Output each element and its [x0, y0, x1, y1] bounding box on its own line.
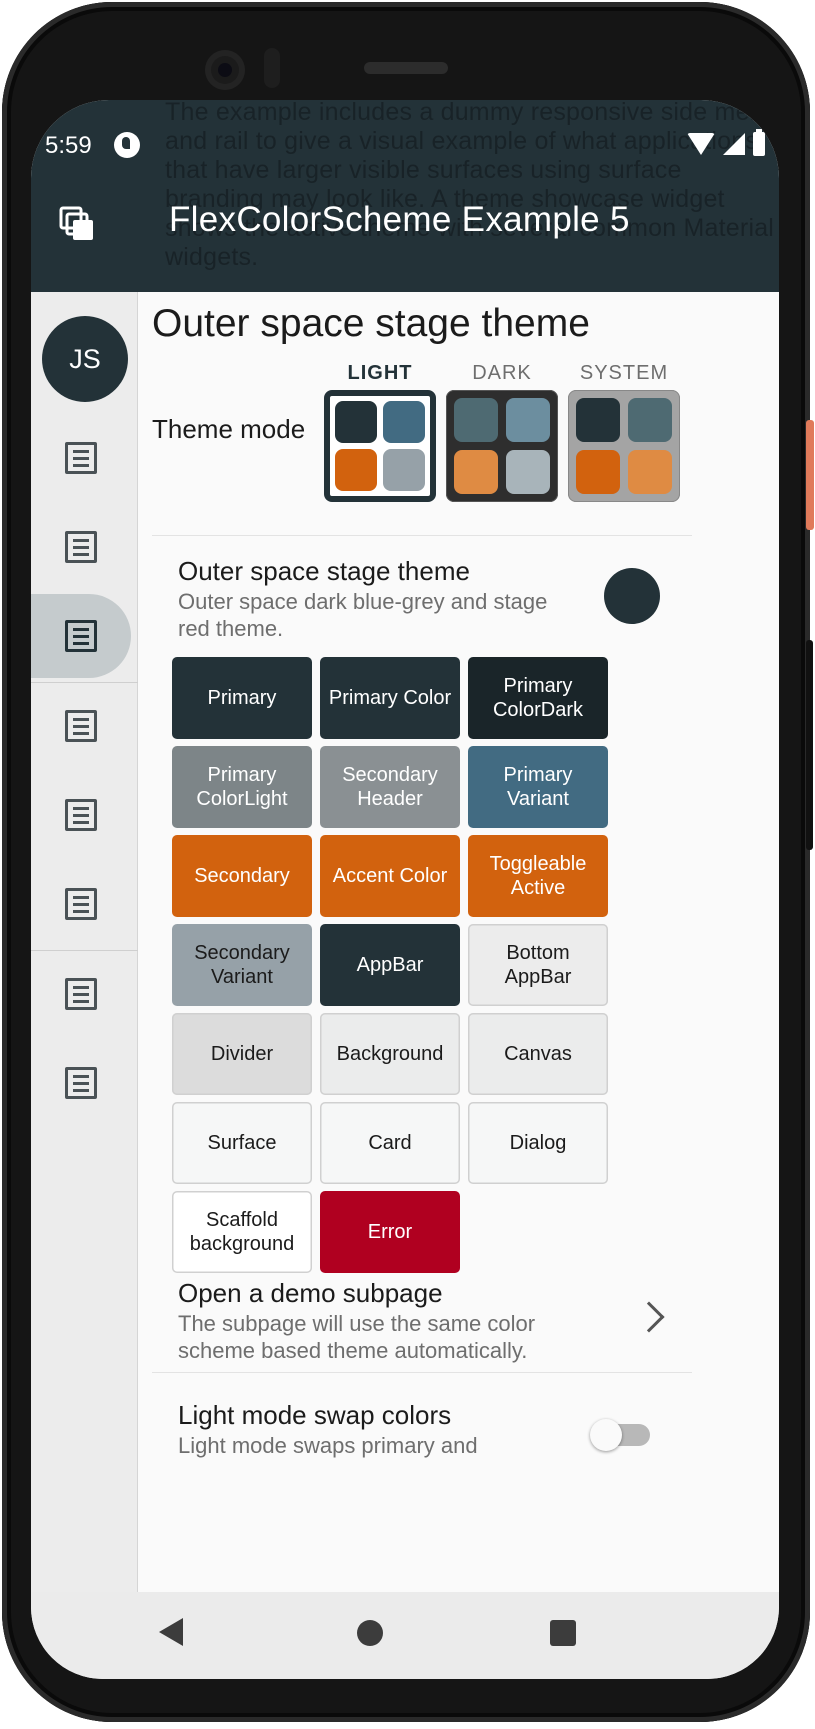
color-cell-toggleable-active[interactable]: Toggleable Active — [468, 835, 608, 917]
color-cell-divider[interactable]: Divider — [172, 1013, 312, 1095]
status-icons — [687, 129, 765, 156]
color-cell-card[interactable]: Card — [320, 1102, 460, 1184]
color-cell-secondary[interactable]: Secondary — [172, 835, 312, 917]
color-cell-canvas[interactable]: Canvas — [468, 1013, 608, 1095]
navigation-rail: JS — [31, 292, 138, 1592]
proximity-sensor — [264, 48, 280, 88]
rail-divider — [31, 950, 138, 951]
color-cell-primary-color[interactable]: Primary Color — [320, 657, 460, 739]
swatch — [454, 398, 498, 442]
swap-colors-title: Light mode swap colors — [178, 1400, 452, 1430]
power-button — [806, 420, 814, 530]
toggle-knob — [590, 1419, 622, 1451]
rail-item-6[interactable] — [31, 862, 131, 946]
color-cell-primary[interactable]: Primary — [172, 657, 312, 739]
front-camera — [205, 50, 245, 90]
color-cell-background[interactable]: Background — [320, 1013, 460, 1095]
avatar[interactable]: JS — [42, 316, 128, 402]
article-icon — [65, 799, 97, 831]
status-time: 5:59 — [45, 132, 92, 159]
rail-item-2[interactable] — [31, 505, 131, 589]
color-cell-primary-colorlight[interactable]: Primary ColorLight — [172, 746, 312, 828]
chevron-right-icon[interactable] — [633, 1301, 665, 1333]
article-icon — [65, 1067, 97, 1099]
mode-swatch-box — [446, 390, 558, 502]
mode-title: DARK — [472, 362, 532, 384]
swap-colors-subtitle: Light mode swaps primary and — [178, 1433, 478, 1458]
wifi-icon — [687, 133, 715, 155]
article-icon — [65, 531, 97, 563]
color-cell-bottom-appbar[interactable]: Bottom AppBar — [468, 924, 608, 1006]
color-cell-secondary-header[interactable]: Secondary Header — [320, 746, 460, 828]
swatch — [335, 401, 377, 443]
divider — [152, 535, 692, 536]
swatch — [383, 449, 425, 491]
swatch — [335, 449, 377, 491]
color-cell-accent-color[interactable]: Accent Color — [320, 835, 460, 917]
swatch — [576, 398, 620, 442]
rail-item-5[interactable] — [31, 773, 131, 857]
color-cell-dialog[interactable]: Dialog — [468, 1102, 608, 1184]
mode-swatch-box — [324, 390, 436, 502]
app-notification-icon — [114, 132, 140, 158]
theme-name: Outer space stage theme — [178, 556, 470, 586]
rail-item-1[interactable] — [31, 416, 131, 500]
recents-icon[interactable] — [550, 1620, 576, 1646]
article-icon — [65, 710, 97, 742]
home-icon[interactable] — [357, 1620, 383, 1646]
color-cell-primary-colordark[interactable]: Primary ColorDark — [468, 657, 608, 739]
swatch — [506, 450, 550, 494]
mode-title: SYSTEM — [579, 362, 669, 384]
subpage-title[interactable]: Open a demo subpage — [178, 1278, 443, 1309]
main-content: Outer space stage theme Theme mode LIGHT… — [138, 292, 779, 1592]
color-cell-scaffold-background[interactable]: Scaffold background — [172, 1191, 312, 1273]
mode-title: LIGHT — [347, 362, 413, 384]
back-icon[interactable] — [159, 1618, 183, 1646]
swatch — [628, 398, 672, 442]
theme-description: Outer space dark blue-grey and stage red… — [178, 589, 548, 641]
article-icon — [65, 978, 97, 1010]
rail-item-7[interactable] — [31, 952, 131, 1036]
battery-icon — [753, 129, 765, 156]
swatch — [454, 450, 498, 494]
color-cell-secondary-variant[interactable]: Secondary Variant — [172, 924, 312, 1006]
article-icon — [65, 620, 97, 652]
mode-swatch-box — [568, 390, 680, 502]
volume-button — [806, 640, 813, 850]
scrolled-behind-text: The example includes a dummy responsive … — [165, 100, 778, 271]
swatch — [383, 401, 425, 443]
swatch — [576, 450, 620, 494]
cell-signal-icon — [723, 133, 745, 155]
screen: The example includes a dummy responsive … — [31, 100, 779, 1679]
earpiece-speaker — [364, 62, 448, 74]
page-title: Outer space stage theme — [152, 302, 590, 345]
app-bar-title: FlexColorScheme Example 5 — [169, 200, 630, 239]
color-cell-primary-variant[interactable]: Primary Variant — [468, 746, 608, 828]
swatch — [506, 398, 550, 442]
color-cell-appbar[interactable]: AppBar — [320, 924, 460, 1006]
theme-mode-system[interactable]: SYSTEM — [568, 362, 680, 502]
theme-color-indicator — [604, 568, 660, 624]
theme-mode-label: Theme mode — [152, 414, 306, 444]
rail-item-3[interactable] — [31, 594, 131, 678]
color-cell-error[interactable]: Error — [320, 1191, 460, 1273]
system-navigation-bar — [31, 1592, 779, 1679]
color-scheme-grid: Primary Primary Color Primary ColorDark Pri… — [172, 657, 608, 1273]
article-icon — [65, 442, 97, 474]
rail-item-8[interactable] — [31, 1041, 131, 1125]
theme-mode-dark[interactable]: DARK — [446, 362, 558, 502]
color-cell-surface[interactable]: Surface — [172, 1102, 312, 1184]
rail-divider — [31, 682, 138, 683]
collapse-menu-icon[interactable] — [59, 206, 95, 242]
subpage-subtitle[interactable]: The subpage will use the same color sche… — [178, 1310, 598, 1364]
swap-colors-toggle[interactable] — [590, 1419, 650, 1451]
divider — [152, 1372, 692, 1373]
rail-item-4[interactable] — [31, 684, 131, 768]
article-icon — [65, 888, 97, 920]
theme-mode-light[interactable]: LIGHT — [324, 362, 436, 502]
swatch — [628, 450, 672, 494]
app-bar: The example includes a dummy responsive … — [31, 100, 779, 292]
